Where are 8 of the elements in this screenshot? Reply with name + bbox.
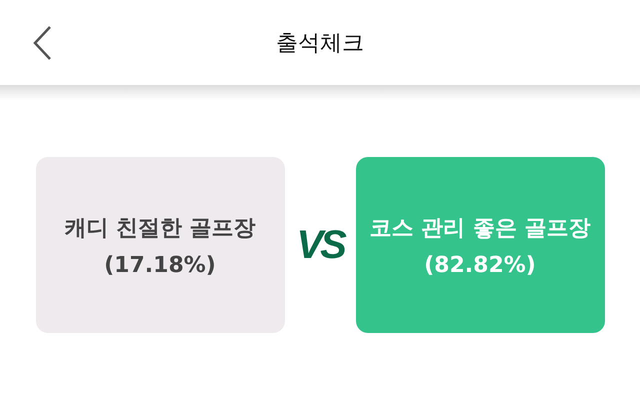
vs-label: VS [296, 222, 344, 268]
option-percent: (82.82%) [424, 252, 536, 278]
option-label: 코스 관리 좋은 골프장 [370, 214, 590, 242]
page-title: 출석체크 [276, 30, 364, 58]
option-card[interactable]: 캐디 친절한 골프장 (17.18%) [36, 157, 284, 333]
option-label: 캐디 친절한 골프장 [64, 214, 256, 242]
option-percent: (17.18%) [104, 252, 216, 278]
back-icon [32, 25, 52, 61]
